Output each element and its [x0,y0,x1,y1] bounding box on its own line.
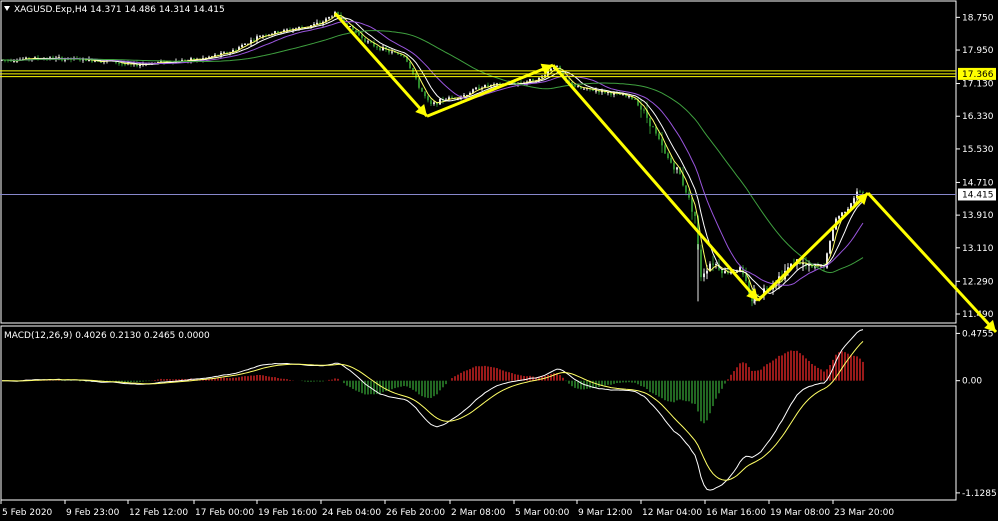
macd-y-tick-label: 0.00 [962,377,982,387]
candle [700,244,702,282]
x-tick-label: 17 Feb 00:00 [195,508,254,518]
chart-canvas: 18.750 17.950 17.130 16.330 15.530 14.710 13.9… [0,0,998,521]
y-tick-label: 14.710 [962,178,994,188]
x-tick-label: 5 Feb 2020 [2,508,53,518]
symbol-info: XAGUSD.Exp,H4 14.371 14.486 14.314 14.41… [14,5,225,15]
x-tick-label: 24 Feb 04:00 [322,508,381,518]
candle [829,240,831,255]
x-tick-label: 12 Feb 12:00 [129,508,188,518]
x-tick-label: 2 Mar 08:00 [451,508,506,518]
x-tick-label: 26 Feb 20:00 [386,508,445,518]
macd-label: MACD(12,26,9) 0.4026 0.2130 0.2465 0.000… [4,331,210,341]
candle [349,26,351,28]
price-label: 17.366 [962,70,994,80]
x-tick-label: 9 Mar 12:00 [578,508,633,518]
macd-y-tick-label: -1.1285 [962,489,997,499]
candle [832,229,834,242]
macd-y-tick-label: 0.4755 [962,329,994,339]
y-tick-label: 17.130 [962,80,994,90]
x-tick-label: 12 Mar 04:00 [642,508,702,518]
x-tick-label: 19 Mar 08:00 [770,508,830,518]
y-tick-label: 12.290 [962,277,994,287]
y-tick-label: 13.110 [962,244,994,254]
y-tick-label: 15.530 [962,145,994,155]
x-tick-label: 16 Mar 16:00 [706,508,766,518]
y-tick-label: 17.950 [962,46,994,56]
x-tick-label: 9 Feb 23:00 [66,508,120,518]
candle [421,87,423,92]
price-label: 14.415 [962,190,994,200]
y-tick-label: 16.330 [962,112,994,122]
y-tick-label: 13.910 [962,211,994,221]
x-tick-label: 23 Mar 20:00 [834,508,894,518]
x-tick-label: 5 Mar 00:00 [515,508,570,518]
x-tick-label: 19 Feb 16:00 [258,508,317,518]
y-tick-label: 18.750 [962,13,994,23]
